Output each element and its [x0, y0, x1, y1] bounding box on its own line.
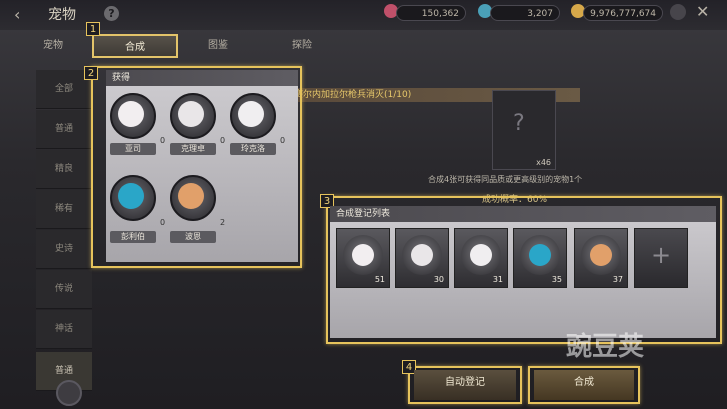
back-icon[interactable]: ‹	[14, 5, 20, 24]
rabbit-pet-icon	[118, 101, 144, 127]
pet-count: 2	[220, 218, 226, 227]
pet-name: 亚司	[110, 143, 156, 155]
tab-pets[interactable]: 宠物	[28, 34, 78, 58]
sidebar-item[interactable]: 普通	[36, 110, 92, 149]
synthesis-desc: 合成4张可获得同品质或更高级别的宠物1个	[428, 175, 583, 184]
register-slot[interactable]: 35	[513, 228, 567, 288]
slot-count: 51	[374, 275, 385, 284]
marker-2: 2	[84, 66, 98, 80]
slot-count: 31	[492, 275, 503, 284]
pet-count: 0	[280, 136, 286, 145]
sidebar-item[interactable]: 稀有	[36, 190, 92, 229]
material-card[interactable]: ? x46	[492, 90, 556, 170]
tab-explore[interactable]: 探险	[276, 34, 328, 58]
pet-name: 克理卓	[170, 143, 216, 155]
currency-red: 150,362	[396, 5, 466, 21]
slot-count: 35	[551, 275, 562, 284]
penguin-pet-icon	[118, 183, 144, 209]
register-slot[interactable]: 31	[454, 228, 508, 288]
bear-pet-icon	[411, 244, 433, 266]
pet-item[interactable]: 亚司	[110, 93, 156, 155]
tab-collection[interactable]: 图鉴	[192, 34, 244, 58]
sidebar-item[interactable]: 神话	[36, 310, 92, 349]
auto-register-button[interactable]: 自动登记	[414, 370, 516, 400]
synthesize-button[interactable]: 合成	[534, 370, 634, 400]
pet-item[interactable]: 波恩	[170, 175, 216, 243]
sidebar-item[interactable]: 精良	[36, 150, 92, 189]
add-currency-icon[interactable]	[670, 4, 686, 20]
pet-name: 玲克洛	[230, 143, 276, 155]
slot-count: 37	[612, 275, 623, 284]
page-title: 宠物	[48, 7, 76, 23]
cat-pet-icon	[470, 244, 492, 266]
currency-gold: 9,976,777,674	[583, 5, 663, 21]
pet-item[interactable]: 彭利伯	[110, 175, 156, 243]
register-slot[interactable]: 37	[574, 228, 628, 288]
register-title: 合成登记列表	[330, 206, 716, 222]
marker-1: 1	[86, 22, 100, 36]
close-icon[interactable]: ✕	[696, 2, 709, 21]
card-count: x46	[536, 158, 551, 167]
question-icon: ?	[513, 111, 525, 136]
sidebar-item[interactable]: 史诗	[36, 230, 92, 269]
obtain-title: 获得	[106, 70, 298, 86]
register-slot[interactable]: 51	[336, 228, 390, 288]
plus-icon: +	[651, 241, 672, 269]
pet-item[interactable]: 玲克洛	[230, 93, 276, 155]
bear-pet-icon	[178, 101, 204, 127]
dog-pet-icon	[178, 183, 204, 209]
tab-synthesize[interactable]: 合成	[92, 34, 178, 58]
help-icon[interactable]: ?	[104, 6, 119, 21]
pet-count: 0	[160, 136, 166, 145]
pet-name: 彭利伯	[110, 231, 156, 243]
sidebar-item[interactable]: 传说	[36, 270, 92, 309]
pet-name: 波恩	[170, 231, 216, 243]
register-slot[interactable]: 30	[395, 228, 449, 288]
cat-pet-icon	[238, 101, 264, 127]
dog-pet-icon	[590, 244, 612, 266]
slot-count: 30	[433, 275, 444, 284]
pet-item[interactable]: 克理卓	[170, 93, 216, 155]
rabbit-pet-icon	[352, 244, 374, 266]
register-slot-empty[interactable]: +	[634, 228, 688, 288]
logo-icon	[56, 380, 82, 406]
pet-count: 0	[220, 136, 226, 145]
watermark: 豌豆荚	[566, 332, 645, 362]
pet-count: 0	[160, 218, 166, 227]
penguin-pet-icon	[529, 244, 551, 266]
currency-blue: 3,207	[490, 5, 560, 21]
